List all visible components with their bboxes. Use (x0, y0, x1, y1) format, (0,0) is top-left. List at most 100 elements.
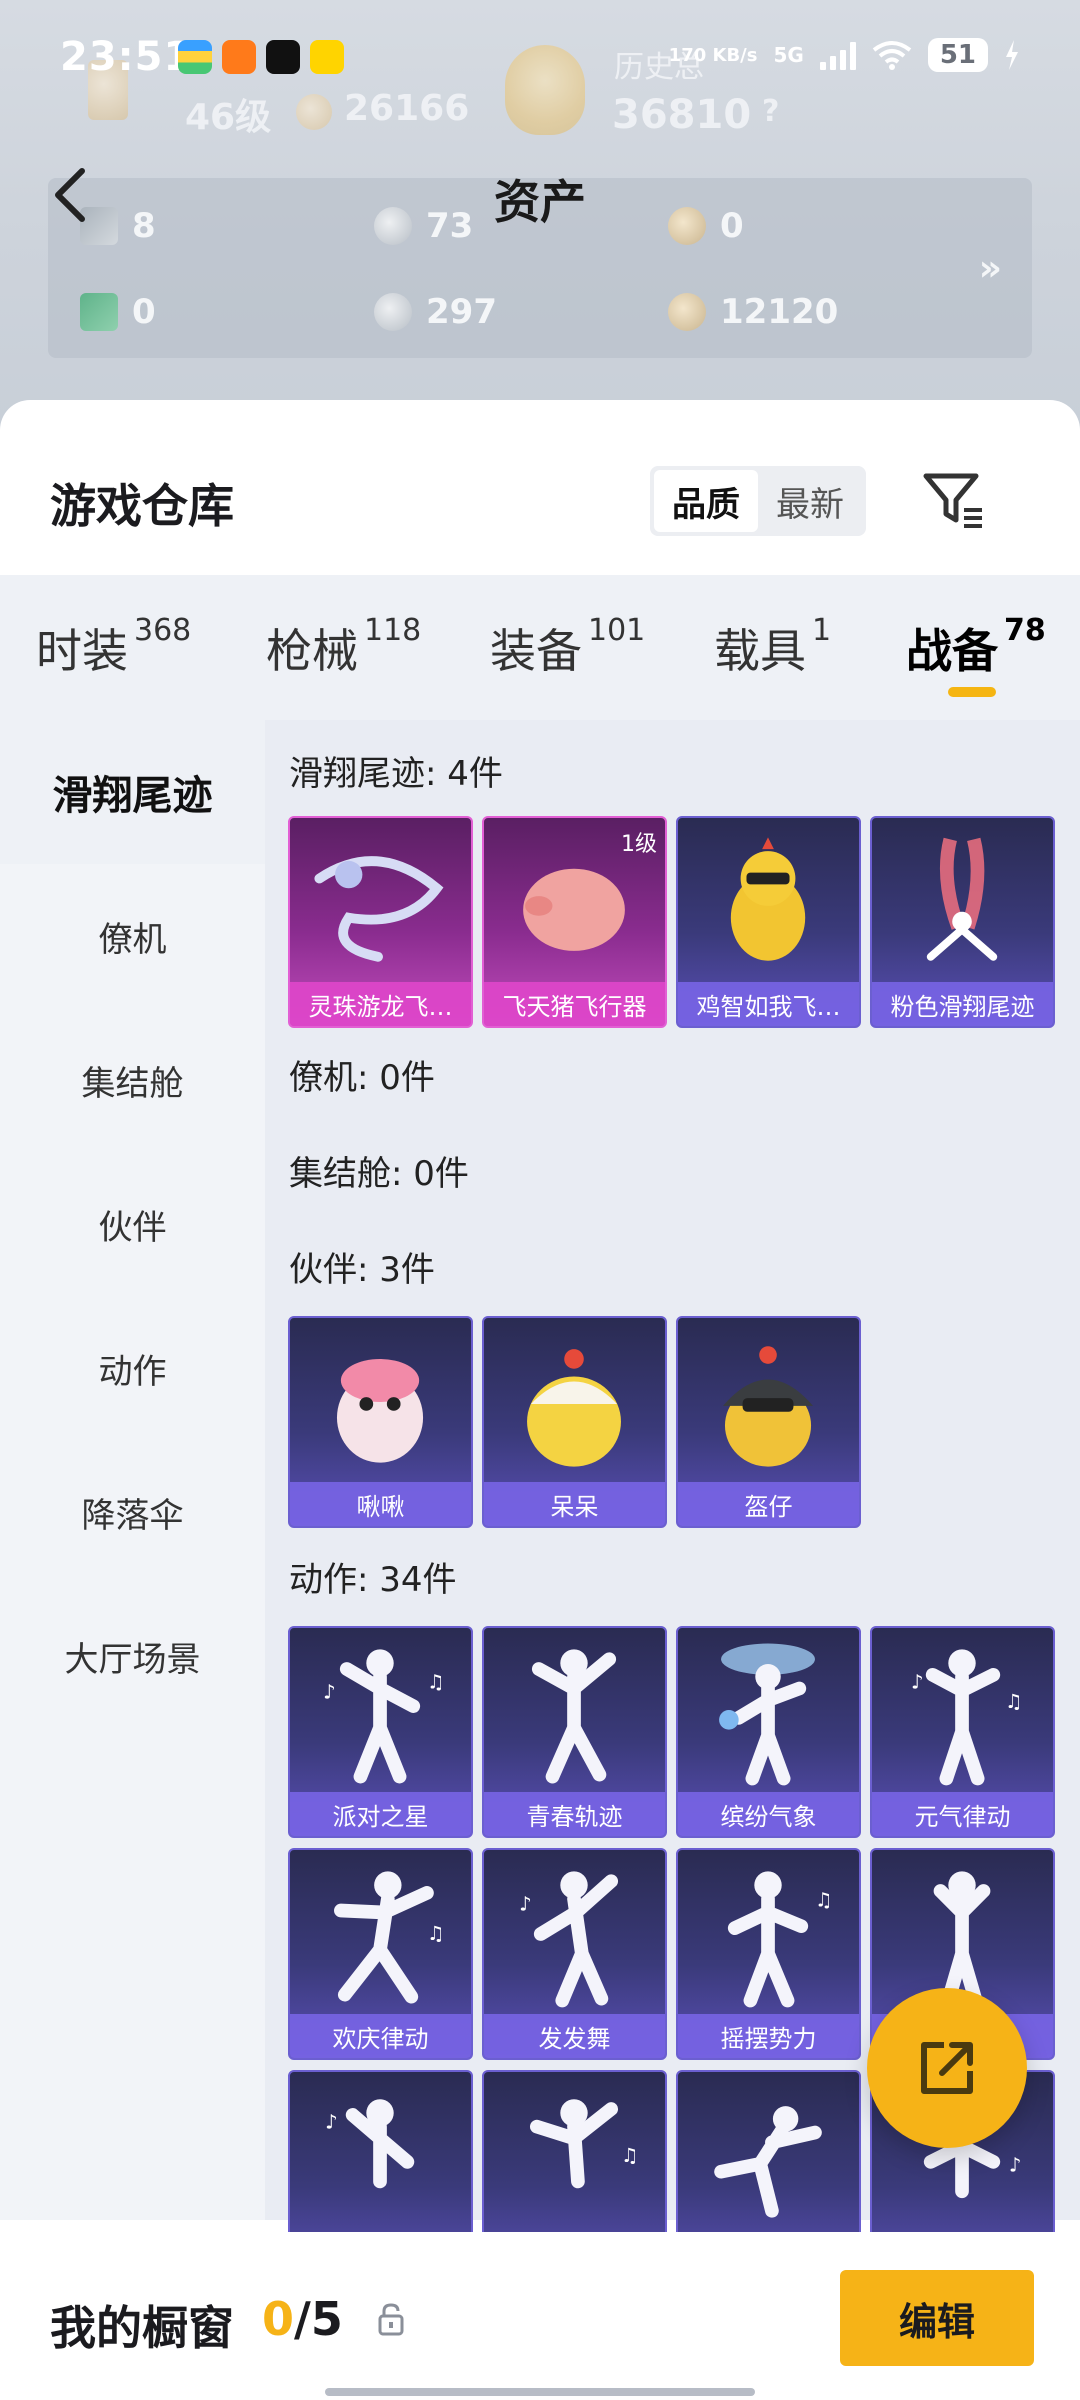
item-name: 摇摆势力 (678, 2014, 859, 2058)
item-tile[interactable]: 鸡智如我飞… (676, 816, 861, 1028)
filter-icon (923, 473, 982, 528)
item-name: 元气律动 (872, 1792, 1053, 1836)
network-speed: 170 KB/s (668, 44, 758, 66)
dance-pose-art (531, 1649, 617, 1784)
dance-pose-art: ♪♫ (911, 1649, 1023, 1786)
network-type: 5G (773, 43, 804, 67)
sidebar-item-parachute[interactable]: 降落伞 (0, 1440, 265, 1584)
wifi-icon (872, 41, 912, 70)
item-name: 鸡智如我飞… (678, 982, 859, 1026)
section-title-glide: 滑翔尾迹: 4件 (289, 754, 503, 794)
item-tile[interactable]: ♪ 发发舞 (482, 1848, 667, 2060)
sidebar-item-partner[interactable]: 伙伴 (0, 1152, 265, 1296)
asset-item: 0 (80, 292, 156, 332)
item-name: 粉色滑翔尾迹 (872, 982, 1053, 1026)
item-name: 缤纷气象 (678, 1792, 859, 1836)
status-bar: 23:51 170 KB/s 5G 51 (0, 0, 1080, 120)
tab-fashion[interactable]: 时装 368 (36, 613, 191, 681)
lock-icon (378, 2303, 404, 2336)
category-tabs: 时装 368 枪械 118 装备 101 载具 1 战备 78 (0, 575, 1080, 720)
item-tile[interactable]: 啾啾 (288, 1316, 473, 1528)
item-tile[interactable]: 青春轨迹 (482, 1626, 667, 1838)
item-tile[interactable]: 粉色滑翔尾迹 (870, 816, 1055, 1028)
notification-icons (178, 40, 344, 74)
item-tile[interactable]: ♪ ♫ 元气律动 (870, 1626, 1055, 1838)
svg-text:♪: ♪ (911, 1671, 923, 1694)
asset-item: 297 (374, 292, 497, 332)
showcase-label: 我的橱窗 (50, 2301, 234, 2355)
pink-bird-art (336, 1358, 424, 1463)
dance-pose-art: ♫ (727, 1871, 833, 2008)
status-time: 23:51 (60, 34, 193, 80)
bronze-coin-icon (668, 293, 706, 331)
item-name: 青春轨迹 (484, 1792, 665, 1836)
platinum-coin-icon (374, 293, 412, 331)
svg-text:♪: ♪ (519, 1893, 531, 1916)
warehouse-title: 游戏仓库 (50, 479, 234, 533)
dance-pose-art: ♪ (519, 1871, 619, 2008)
tab-guns[interactable]: 枪械 118 (266, 613, 421, 681)
active-tab-indicator (948, 687, 996, 697)
svg-text:♫: ♫ (815, 1889, 833, 1912)
page-title: 资产 (494, 175, 586, 229)
svg-text:♫: ♫ (621, 2144, 639, 2167)
tab-equipment[interactable]: 装备 101 (490, 613, 645, 681)
showcase-count: 0/5 (262, 2292, 343, 2346)
dance-pose-art: ♫ (529, 2099, 639, 2189)
tab-combat-gear[interactable]: 战备 78 (906, 613, 1046, 697)
tab-vehicles[interactable]: 载具 1 (714, 613, 831, 681)
item-tile[interactable]: 缤纷气象 (676, 1626, 861, 1838)
app-notification-icon (178, 40, 212, 74)
capcut-app-icon (266, 40, 300, 74)
sidebar-item-glide-trail[interactable]: 滑翔尾迹 (0, 720, 265, 864)
sort-toggle: 品质 最新 (650, 466, 866, 536)
svg-text:♪: ♪ (325, 2111, 337, 2134)
item-tile[interactable]: 盔仔 (676, 1316, 861, 1528)
item-name: 啾啾 (290, 1482, 471, 1526)
filter-button[interactable] (918, 464, 988, 534)
showcase-bar: 我的橱窗 0/5 编辑 (0, 2232, 1080, 2400)
dance-pose-art: ♫ (334, 1871, 445, 2004)
sidebar-item-lobby-scene[interactable]: 大厅场景 (0, 1584, 265, 1728)
share-button[interactable] (867, 1988, 1027, 2148)
dance-pose-art: ♪♫ (323, 1649, 445, 1784)
item-name: 盔仔 (678, 1482, 859, 1526)
item-tile[interactable]: 灵珠游龙飞… (288, 816, 473, 1028)
signal-icon (819, 40, 856, 70)
item-name: 飞天猪飞行器 (484, 982, 665, 1026)
showcase-current: 0 (262, 2292, 295, 2346)
item-name: 灵珠游龙飞… (290, 982, 471, 1026)
charging-icon (1006, 40, 1018, 70)
ticket-icon (80, 293, 118, 331)
item-tile[interactable]: ♫ 欢庆律动 (288, 1848, 473, 2060)
sidebar-item-wingman[interactable]: 僚机 (0, 864, 265, 1008)
edit-button[interactable]: 编辑 (840, 2270, 1034, 2366)
svg-text:♪: ♪ (1009, 2154, 1021, 2177)
status-right: 170 KB/s 5G 51 (669, 38, 1020, 72)
asset-more-icon[interactable]: » (979, 248, 1002, 289)
item-tile[interactable]: 呆呆 (482, 1316, 667, 1528)
item-name: 呆呆 (484, 1482, 665, 1526)
sidebar-item-pod[interactable]: 集结舱 (0, 1008, 265, 1152)
item-name: 欢庆律动 (290, 2014, 471, 2058)
dragon-glide-art (314, 856, 444, 962)
item-tile[interactable]: ♪ ♫ 派对之星 (288, 1626, 473, 1838)
yellow-chick-art (527, 1349, 621, 1467)
sort-newest-button[interactable]: 最新 (758, 470, 862, 532)
svg-text:♫: ♫ (427, 1671, 445, 1694)
item-tile[interactable]: ♫ 摇摆势力 (676, 1848, 861, 2060)
item-tile[interactable]: 1级 飞天猪飞行器 (482, 816, 667, 1028)
share-external-icon (921, 2042, 973, 2094)
sort-quality-button[interactable]: 品质 (654, 470, 758, 532)
section-title-action: 动作: 34件 (289, 1560, 457, 1600)
side-nav: 滑翔尾迹 僚机 集结舱 伙伴 动作 降落伞 大厅场景 (0, 720, 265, 2220)
section-title-partner: 伙伴: 3件 (289, 1250, 435, 1290)
battery-level: 51 (927, 38, 988, 72)
sidebar-item-action[interactable]: 动作 (0, 1296, 265, 1440)
pink-smoke-art (926, 837, 998, 961)
svg-text:♫: ♫ (1005, 1690, 1023, 1713)
home-indicator[interactable] (325, 2388, 755, 2396)
dance-pose-art (719, 1643, 815, 1786)
dance-pose-art (714, 2106, 822, 2218)
asset-item: 12120 (668, 292, 838, 332)
